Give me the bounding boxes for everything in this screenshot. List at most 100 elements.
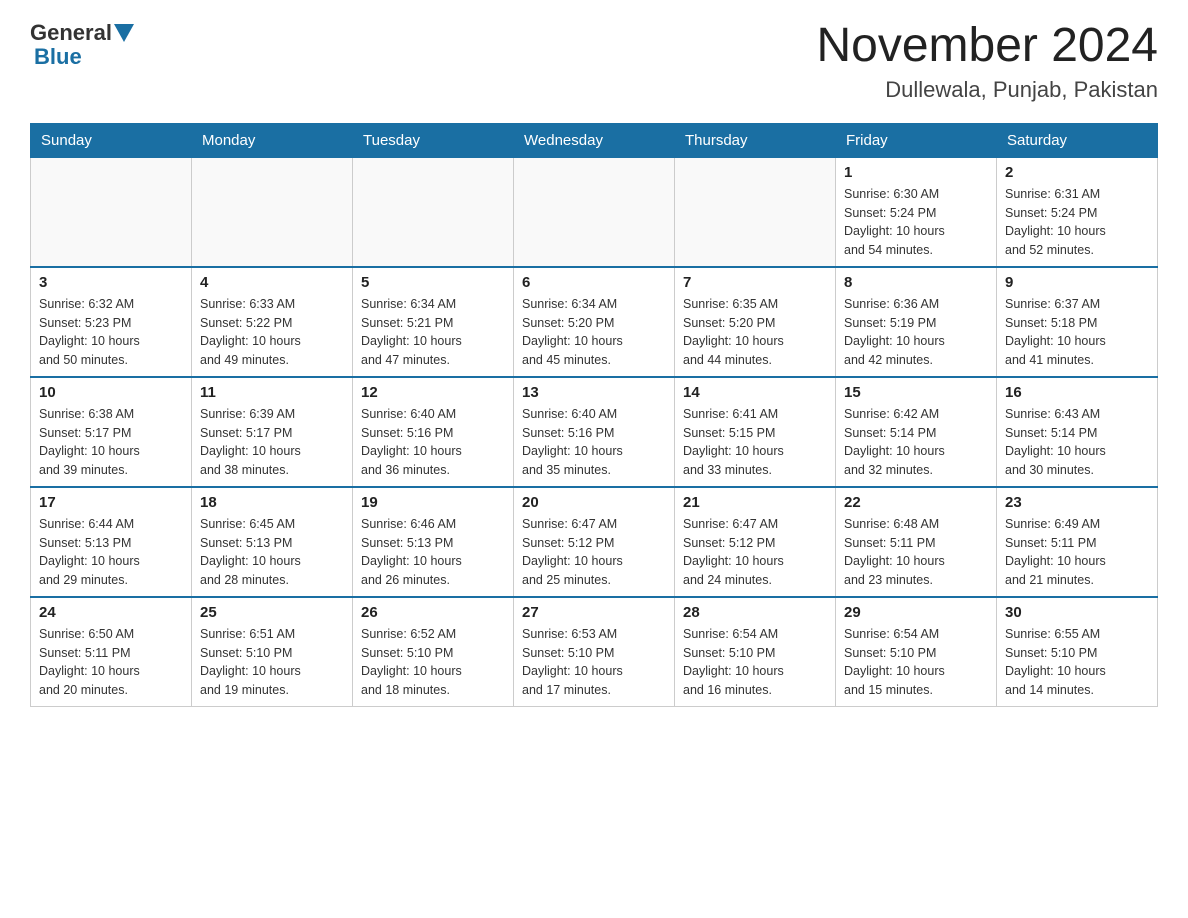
page-header: General Blue November 2024 Dullewala, Pu… bbox=[30, 20, 1158, 103]
month-title: November 2024 bbox=[816, 20, 1158, 73]
calendar-cell: 19 Sunrise: 6:46 AM Sunset: 5:13 PM Dayli… bbox=[353, 487, 514, 597]
day-number: 6 bbox=[522, 274, 666, 291]
calendar-cell: 13Sunrise: 6:40 AM Sunset: 5:16 PM Dayli… bbox=[514, 377, 675, 487]
day-info: Sunrise: 6:45 AM Sunset: 5:13 PM Dayligh… bbox=[200, 515, 344, 590]
day-number: 17 bbox=[39, 494, 183, 511]
calendar-cell: 8 Sunrise: 6:36 AM Sunset: 5:19 PM Daylig… bbox=[836, 267, 997, 377]
calendar-cell: 11 Sunrise: 6:39 AM Sunset: 5:17 PM Dayli… bbox=[192, 377, 353, 487]
day-info: Sunrise: 6:48 AM Sunset: 5:11 PM Dayligh… bbox=[844, 515, 988, 590]
calendar-cell: 24 Sunrise: 6:50 AM Sunset: 5:11 PM Dayli… bbox=[31, 597, 192, 707]
calendar-header-row: SundayMondayTuesdayWednesdayThursdayFrid… bbox=[31, 123, 1158, 157]
day-info: Sunrise: 6:41 AM Sunset: 5:15 PM Dayligh… bbox=[683, 405, 827, 480]
calendar-cell: 1Sunrise: 6:30 AM Sunset: 5:24 PM Daylig… bbox=[836, 157, 997, 267]
calendar-cell: 9 Sunrise: 6:37 AM Sunset: 5:18 PM Daylig… bbox=[997, 267, 1158, 377]
calendar-cell: 23 Sunrise: 6:49 AM Sunset: 5:11 PM Dayli… bbox=[997, 487, 1158, 597]
day-number: 5 bbox=[361, 274, 505, 291]
day-number: 14 bbox=[683, 384, 827, 401]
day-info: Sunrise: 6:34 AM Sunset: 5:21 PM Dayligh… bbox=[361, 295, 505, 370]
day-info: Sunrise: 6:34 AM Sunset: 5:20 PM Dayligh… bbox=[522, 295, 666, 370]
day-header-monday: Monday bbox=[192, 123, 353, 157]
day-info: Sunrise: 6:40 AM Sunset: 5:16 PM Dayligh… bbox=[361, 405, 505, 480]
calendar-cell: 16 Sunrise: 6:43 AM Sunset: 5:14 PM Dayli… bbox=[997, 377, 1158, 487]
day-info: Sunrise: 6:31 AM Sunset: 5:24 PM Dayligh… bbox=[1005, 185, 1149, 260]
day-number: 16 bbox=[1005, 384, 1149, 401]
day-number: 4 bbox=[200, 274, 344, 291]
calendar-cell bbox=[353, 157, 514, 267]
day-number: 19 bbox=[361, 494, 505, 511]
day-number: 26 bbox=[361, 604, 505, 621]
day-number: 9 bbox=[1005, 274, 1149, 291]
week-row-4: 17 Sunrise: 6:44 AM Sunset: 5:13 PM Dayli… bbox=[31, 487, 1158, 597]
day-header-wednesday: Wednesday bbox=[514, 123, 675, 157]
day-info: Sunrise: 6:46 AM Sunset: 5:13 PM Dayligh… bbox=[361, 515, 505, 590]
logo-general-text: General bbox=[30, 20, 112, 46]
logo: General Blue bbox=[30, 20, 134, 70]
location-text: Dullewala, Punjab, Pakistan bbox=[816, 77, 1158, 103]
day-number: 23 bbox=[1005, 494, 1149, 511]
day-header-sunday: Sunday bbox=[31, 123, 192, 157]
day-info: Sunrise: 6:38 AM Sunset: 5:17 PM Dayligh… bbox=[39, 405, 183, 480]
day-info: Sunrise: 6:40 AM Sunset: 5:16 PM Dayligh… bbox=[522, 405, 666, 480]
calendar-cell: 20 Sunrise: 6:47 AM Sunset: 5:12 PM Dayli… bbox=[514, 487, 675, 597]
calendar-cell: 15Sunrise: 6:42 AM Sunset: 5:14 PM Dayli… bbox=[836, 377, 997, 487]
calendar-cell: 29Sunrise: 6:54 AM Sunset: 5:10 PM Dayli… bbox=[836, 597, 997, 707]
day-header-tuesday: Tuesday bbox=[353, 123, 514, 157]
calendar-cell: 3 Sunrise: 6:32 AM Sunset: 5:23 PM Daylig… bbox=[31, 267, 192, 377]
calendar-cell: 10 Sunrise: 6:38 AM Sunset: 5:17 PM Dayli… bbox=[31, 377, 192, 487]
calendar-cell: 18 Sunrise: 6:45 AM Sunset: 5:13 PM Dayli… bbox=[192, 487, 353, 597]
calendar-cell: 6 Sunrise: 6:34 AM Sunset: 5:20 PM Daylig… bbox=[514, 267, 675, 377]
week-row-2: 3 Sunrise: 6:32 AM Sunset: 5:23 PM Daylig… bbox=[31, 267, 1158, 377]
day-info: Sunrise: 6:50 AM Sunset: 5:11 PM Dayligh… bbox=[39, 625, 183, 700]
day-number: 10 bbox=[39, 384, 183, 401]
day-number: 22 bbox=[844, 494, 988, 511]
day-number: 30 bbox=[1005, 604, 1149, 621]
calendar-cell: 4 Sunrise: 6:33 AM Sunset: 5:22 PM Daylig… bbox=[192, 267, 353, 377]
day-info: Sunrise: 6:33 AM Sunset: 5:22 PM Dayligh… bbox=[200, 295, 344, 370]
day-number: 21 bbox=[683, 494, 827, 511]
day-number: 25 bbox=[200, 604, 344, 621]
calendar-cell: 14 Sunrise: 6:41 AM Sunset: 5:15 PM Dayli… bbox=[675, 377, 836, 487]
calendar-cell bbox=[192, 157, 353, 267]
calendar-cell: 26 Sunrise: 6:52 AM Sunset: 5:10 PM Dayli… bbox=[353, 597, 514, 707]
day-number: 3 bbox=[39, 274, 183, 291]
calendar-cell: 25 Sunrise: 6:51 AM Sunset: 5:10 PM Dayli… bbox=[192, 597, 353, 707]
day-number: 8 bbox=[844, 274, 988, 291]
calendar-cell: 28Sunrise: 6:54 AM Sunset: 5:10 PM Dayli… bbox=[675, 597, 836, 707]
calendar-cell: 5 Sunrise: 6:34 AM Sunset: 5:21 PM Daylig… bbox=[353, 267, 514, 377]
calendar-cell bbox=[675, 157, 836, 267]
calendar-cell: 12Sunrise: 6:40 AM Sunset: 5:16 PM Dayli… bbox=[353, 377, 514, 487]
day-info: Sunrise: 6:36 AM Sunset: 5:19 PM Dayligh… bbox=[844, 295, 988, 370]
day-info: Sunrise: 6:35 AM Sunset: 5:20 PM Dayligh… bbox=[683, 295, 827, 370]
day-info: Sunrise: 6:37 AM Sunset: 5:18 PM Dayligh… bbox=[1005, 295, 1149, 370]
calendar-table: SundayMondayTuesdayWednesdayThursdayFrid… bbox=[30, 123, 1158, 707]
day-header-saturday: Saturday bbox=[997, 123, 1158, 157]
day-header-thursday: Thursday bbox=[675, 123, 836, 157]
calendar-cell bbox=[514, 157, 675, 267]
day-info: Sunrise: 6:54 AM Sunset: 5:10 PM Dayligh… bbox=[683, 625, 827, 700]
calendar-cell: 2Sunrise: 6:31 AM Sunset: 5:24 PM Daylig… bbox=[997, 157, 1158, 267]
week-row-1: 1Sunrise: 6:30 AM Sunset: 5:24 PM Daylig… bbox=[31, 157, 1158, 267]
day-info: Sunrise: 6:47 AM Sunset: 5:12 PM Dayligh… bbox=[522, 515, 666, 590]
day-info: Sunrise: 6:32 AM Sunset: 5:23 PM Dayligh… bbox=[39, 295, 183, 370]
day-info: Sunrise: 6:52 AM Sunset: 5:10 PM Dayligh… bbox=[361, 625, 505, 700]
day-info: Sunrise: 6:43 AM Sunset: 5:14 PM Dayligh… bbox=[1005, 405, 1149, 480]
day-info: Sunrise: 6:39 AM Sunset: 5:17 PM Dayligh… bbox=[200, 405, 344, 480]
day-number: 15 bbox=[844, 384, 988, 401]
week-row-5: 24 Sunrise: 6:50 AM Sunset: 5:11 PM Dayli… bbox=[31, 597, 1158, 707]
day-info: Sunrise: 6:47 AM Sunset: 5:12 PM Dayligh… bbox=[683, 515, 827, 590]
day-info: Sunrise: 6:49 AM Sunset: 5:11 PM Dayligh… bbox=[1005, 515, 1149, 590]
day-info: Sunrise: 6:51 AM Sunset: 5:10 PM Dayligh… bbox=[200, 625, 344, 700]
week-row-3: 10 Sunrise: 6:38 AM Sunset: 5:17 PM Dayli… bbox=[31, 377, 1158, 487]
day-number: 11 bbox=[200, 384, 344, 401]
calendar-cell bbox=[31, 157, 192, 267]
day-number: 1 bbox=[844, 164, 988, 181]
calendar-cell: 17 Sunrise: 6:44 AM Sunset: 5:13 PM Dayli… bbox=[31, 487, 192, 597]
day-info: Sunrise: 6:55 AM Sunset: 5:10 PM Dayligh… bbox=[1005, 625, 1149, 700]
day-number: 18 bbox=[200, 494, 344, 511]
calendar-cell: 21 Sunrise: 6:47 AM Sunset: 5:12 PM Dayli… bbox=[675, 487, 836, 597]
calendar-cell: 27Sunrise: 6:53 AM Sunset: 5:10 PM Dayli… bbox=[514, 597, 675, 707]
day-number: 24 bbox=[39, 604, 183, 621]
day-number: 20 bbox=[522, 494, 666, 511]
day-info: Sunrise: 6:44 AM Sunset: 5:13 PM Dayligh… bbox=[39, 515, 183, 590]
day-info: Sunrise: 6:53 AM Sunset: 5:10 PM Dayligh… bbox=[522, 625, 666, 700]
